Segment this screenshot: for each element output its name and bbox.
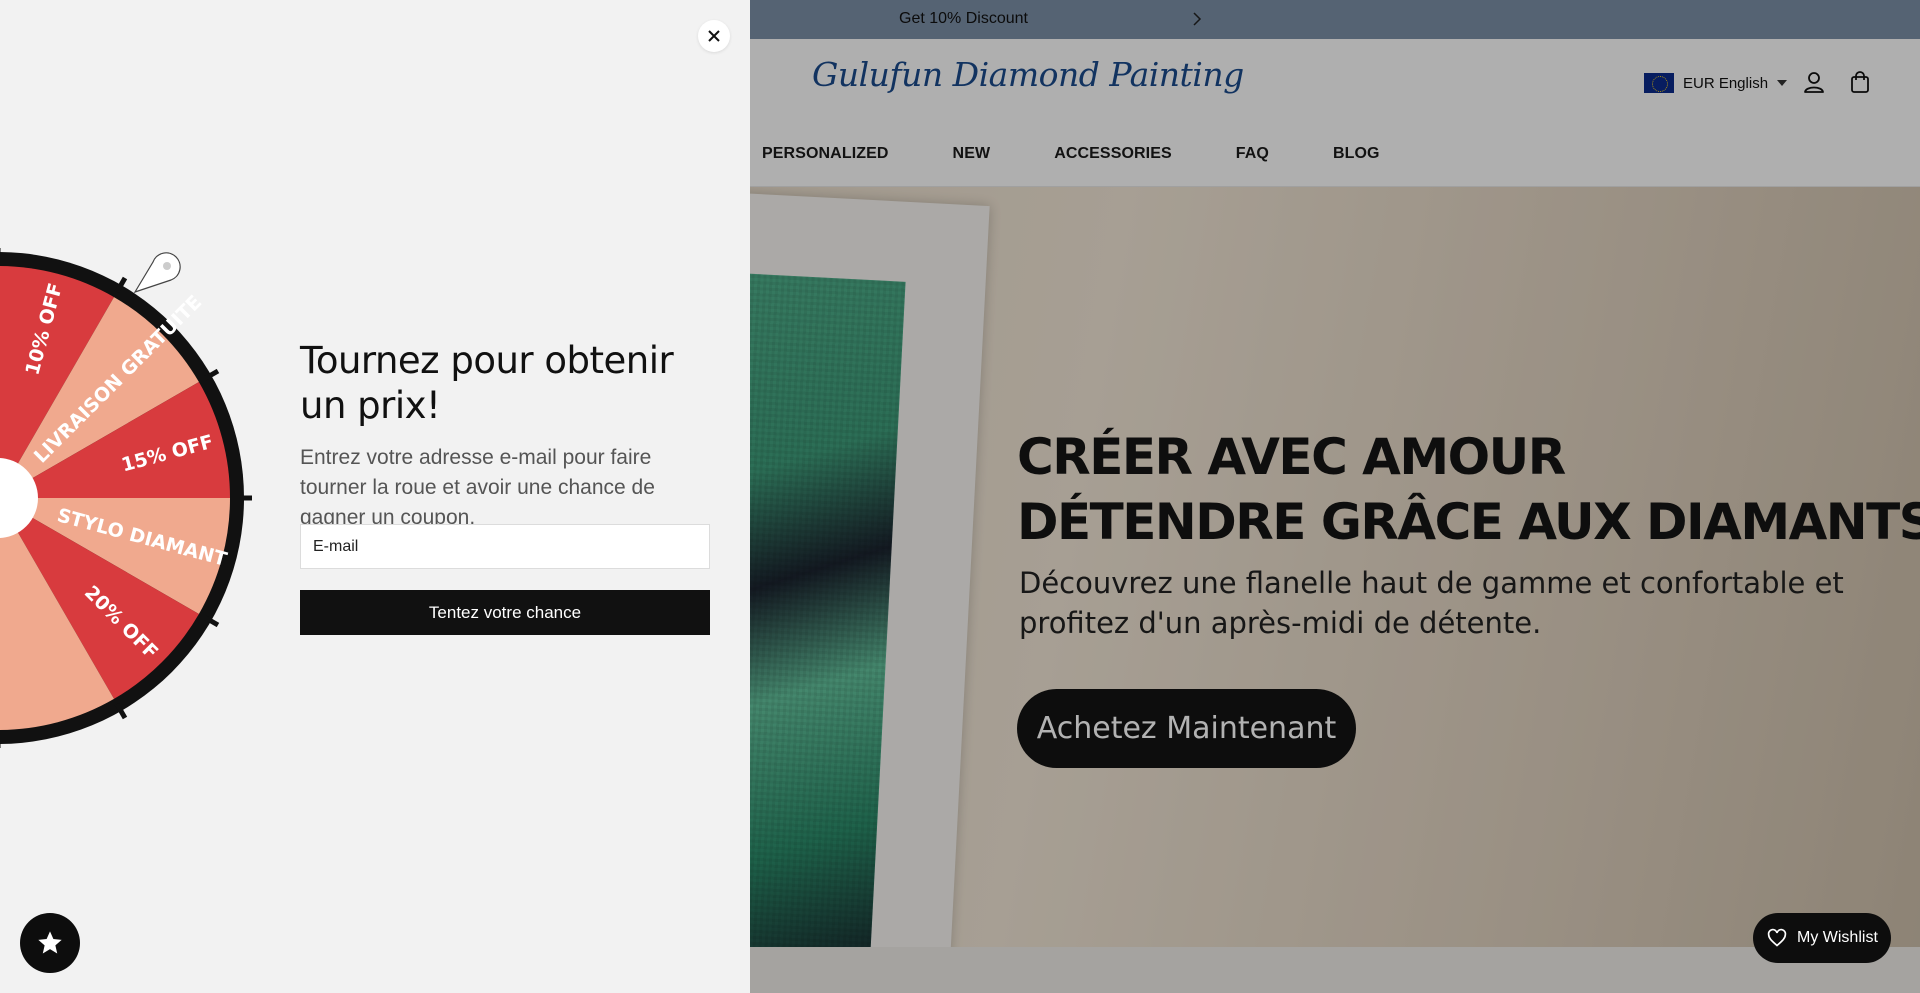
popup-title: Tournez pour obtenir un prix! xyxy=(300,339,674,427)
wishlist-label: My Wishlist xyxy=(1797,929,1878,946)
close-popup-button[interactable] xyxy=(698,20,730,52)
popup-description: Entrez votre adresse e-mail pour faire t… xyxy=(300,446,655,529)
try-your-luck-button[interactable]: Tentez votre chance xyxy=(300,590,710,635)
prize-wheel[interactable]: PAS DE CHANCE10% OFFLIVRAISON GRATUITE15… xyxy=(0,248,254,748)
email-input[interactable] xyxy=(300,524,710,569)
star-icon xyxy=(38,931,62,954)
rewards-button[interactable] xyxy=(20,913,80,973)
spin-wheel-popup: PAS DE CHANCE10% OFFLIVRAISON GRATUITE15… xyxy=(0,0,750,993)
heart-icon xyxy=(1767,928,1787,947)
wheel-pointer-icon xyxy=(133,252,181,294)
close-icon xyxy=(708,30,720,42)
my-wishlist-button[interactable]: My Wishlist xyxy=(1753,913,1891,963)
